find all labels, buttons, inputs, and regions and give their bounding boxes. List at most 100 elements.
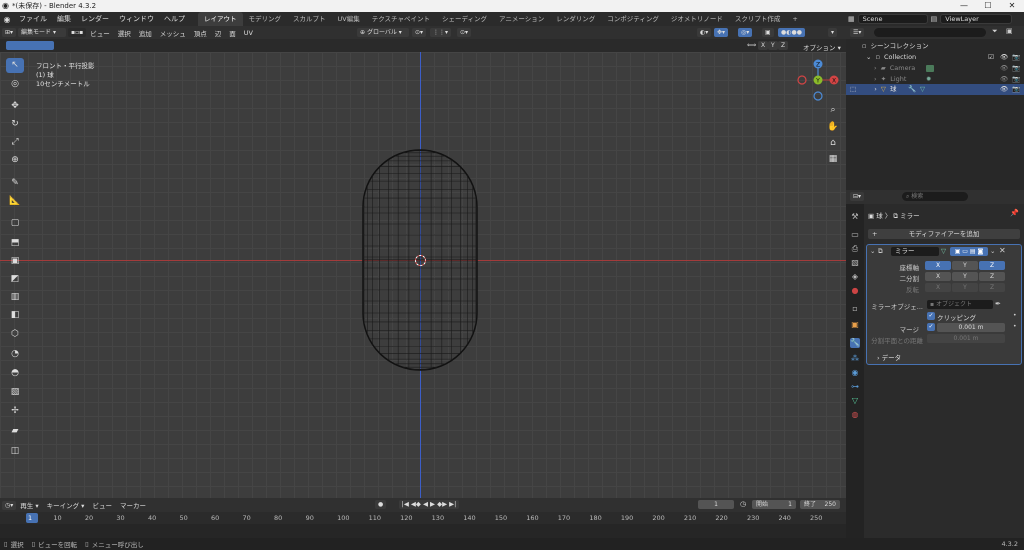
bisect-distance-field[interactable]: 0.001 m	[927, 334, 1005, 343]
pin-icon[interactable]: 📌	[1010, 209, 1019, 217]
menu-mesh[interactable]: メッシュ	[156, 28, 190, 38]
tab-geometry-nodes[interactable]: ジオメトリノード	[665, 12, 729, 26]
add-workspace-button[interactable]: +	[786, 12, 803, 26]
menu-help[interactable]: ヘルプ	[159, 14, 190, 24]
edit-mode-icon[interactable]: ⬚	[850, 85, 856, 93]
mirror-z-button[interactable]: Z	[778, 41, 789, 50]
view-layer-tab-icon[interactable]: ▧	[850, 258, 860, 268]
edit-cage-icon[interactable]: ▽	[941, 247, 946, 255]
smooth-tool-button[interactable]: ◓	[6, 366, 24, 381]
expand-arrow-icon[interactable]: ›	[874, 85, 877, 93]
zoom-icon[interactable]: ⌕	[826, 103, 840, 117]
scene-selector[interactable]: Scene	[857, 14, 928, 24]
output-tab-icon[interactable]: ⎙	[850, 244, 860, 254]
modifier-menu-chevron-icon[interactable]: ⌄	[990, 247, 995, 255]
menu-timeline-view[interactable]: ビュー	[88, 500, 116, 510]
menu-file[interactable]: ファイル	[14, 14, 52, 24]
mirror-y-button[interactable]: Y	[768, 41, 778, 50]
select-mode-buttons[interactable]: ▪▫▪	[68, 28, 87, 37]
3d-cursor[interactable]	[413, 253, 428, 268]
grid-view-icon[interactable]: ▦	[826, 152, 840, 166]
clipping-checkbox[interactable]: ✓	[927, 312, 935, 320]
cursor-tool-button[interactable]: ◎	[6, 77, 24, 92]
outliner-row-scene-collection[interactable]: ▫ シーンコレクション	[846, 41, 1024, 52]
rip-region-tool-button[interactable]: ◫	[6, 444, 24, 459]
knife-tool-button[interactable]: ◧	[6, 308, 24, 323]
gizmo-neg-x-handle[interactable]	[797, 75, 807, 85]
view-layer-selector[interactable]: ViewLayer	[940, 14, 1013, 24]
current-frame-field[interactable]: 1	[698, 500, 734, 509]
physics-tab-icon[interactable]: ◉	[850, 368, 860, 378]
flip-z-button[interactable]: Z	[979, 283, 1005, 292]
tab-compositing[interactable]: コンポジティング	[601, 12, 665, 26]
menu-window[interactable]: ウィンドウ	[114, 14, 159, 24]
world-tab-icon[interactable]: ●	[850, 286, 860, 296]
inset-tool-button[interactable]: ▣	[6, 254, 24, 269]
pivot-selector[interactable]: ⊙▾	[412, 28, 427, 37]
menu-vertex[interactable]: 頂点	[190, 28, 211, 38]
menu-keying[interactable]: キーイング ▾	[43, 500, 89, 510]
camera-render-icon[interactable]: 📷	[1012, 63, 1020, 74]
menu-render[interactable]: レンダー	[76, 14, 114, 24]
frame-end-field[interactable]: 終了 250	[800, 500, 840, 509]
tab-scripting[interactable]: スクリプト作成	[729, 12, 787, 26]
camera-render-icon[interactable]: 📷	[1012, 84, 1020, 95]
spin-tool-button[interactable]: ◔	[6, 347, 24, 362]
tab-animation[interactable]: アニメーション	[493, 12, 550, 26]
properties-search-field[interactable]: ⌕ 検索	[902, 192, 968, 201]
menu-edit[interactable]: 編集	[52, 14, 76, 24]
outliner-editor-type-button[interactable]: ☰▾	[850, 28, 865, 37]
material-tab-icon[interactable]: ◍	[850, 410, 860, 420]
select-tool-button[interactable]: ↖	[6, 58, 24, 73]
mirror-x-button[interactable]: X	[758, 41, 769, 50]
shading-options-button[interactable]: ▾	[828, 28, 838, 37]
poly-build-tool-button[interactable]: ⬡	[6, 327, 24, 342]
menu-face[interactable]: 面	[225, 28, 240, 38]
expand-arrow-icon[interactable]: ›	[874, 64, 877, 72]
tool-tab-icon[interactable]: ⚒	[850, 212, 860, 222]
flip-y-button[interactable]: Y	[952, 283, 978, 292]
extrude-tool-button[interactable]: ⬒	[6, 236, 24, 251]
3d-viewport[interactable]: フロント・平行投影 (1) 球 10センチメートル ↖ ◎ ✥ ↻ ⤢ ⊕ ✎ …	[0, 52, 846, 498]
bisect-y-button[interactable]: Y	[952, 272, 978, 281]
camera-render-icon[interactable]: 📷	[1012, 52, 1020, 63]
xray-toggle[interactable]: ▣	[762, 28, 774, 37]
expand-arrow-icon[interactable]: ›	[874, 75, 877, 83]
axis-y-button[interactable]: Y	[952, 261, 978, 270]
visibility-selector[interactable]: ◐▾	[697, 28, 712, 37]
collection-tab-icon[interactable]: ▫	[850, 304, 860, 314]
merge-checkbox[interactable]: ✓	[927, 323, 935, 331]
proportional-edit-toggle[interactable]: ⊙▾	[457, 28, 472, 37]
maximize-button[interactable]: ☐	[976, 0, 1000, 12]
constraints-tab-icon[interactable]: ⊶	[850, 382, 860, 392]
move-tool-button[interactable]: ✥	[6, 99, 24, 114]
tab-rendering[interactable]: レンダリング	[550, 12, 601, 26]
edge-slide-tool-button[interactable]: ▧	[6, 385, 24, 400]
mirror-object-field[interactable]: ▪ オブジェクト	[927, 300, 993, 309]
scene-tab-icon[interactable]: ◈	[850, 272, 860, 282]
add-modifier-button[interactable]: + モディファイアーを追加	[868, 229, 1020, 239]
eye-icon[interactable]: 👁	[1000, 52, 1008, 63]
add-cube-tool-button[interactable]: ▢	[6, 216, 24, 231]
pan-hand-icon[interactable]: ✋	[826, 120, 840, 134]
modifier-visibility-toggles[interactable]: ▣ ▭ ▤ ◙	[950, 247, 988, 256]
render-tab-icon[interactable]: ▭	[850, 230, 860, 240]
object-tab-icon[interactable]: ▣	[850, 320, 860, 330]
modifier-remove-icon[interactable]: ✕	[999, 246, 1006, 255]
tab-shading[interactable]: シェーディング	[436, 12, 493, 26]
timeline-editor-type-button[interactable]: ◷▾	[2, 500, 17, 510]
camera-view-icon[interactable]: ⌂	[826, 136, 840, 150]
axis-x-button[interactable]: X	[925, 261, 951, 270]
data-tab-icon[interactable]: ▽	[850, 396, 860, 406]
overlay-toggle[interactable]: ◎▾	[738, 28, 753, 37]
options-dropdown[interactable]: オプション ▾	[803, 42, 841, 52]
editor-type-button[interactable]: ⊞▾	[2, 28, 17, 37]
expand-arrow-icon[interactable]: ⌄	[866, 53, 871, 61]
tab-uv-editing[interactable]: UV編集	[332, 12, 366, 26]
shading-buttons[interactable]: ●◐●●	[778, 28, 805, 37]
bisect-x-button[interactable]: X	[925, 272, 951, 281]
measure-tool-button[interactable]: 📐	[6, 194, 24, 209]
flip-x-button[interactable]: X	[925, 283, 951, 292]
shrink-fatten-tool-button[interactable]: ✢	[6, 404, 24, 419]
transform-orientation-selector[interactable]: ⊕ グローバル ▾	[357, 28, 409, 37]
